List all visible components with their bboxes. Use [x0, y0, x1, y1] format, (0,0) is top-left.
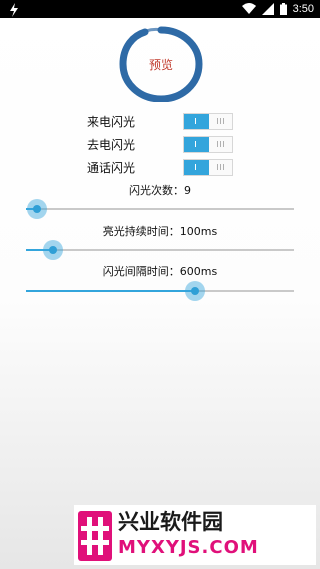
switch-off-segment [217, 164, 224, 170]
slider-track [26, 249, 294, 251]
switch-on-segment [184, 137, 209, 152]
switch-off-segment [217, 118, 224, 124]
signal-icon [261, 0, 274, 19]
toggle-row-in-call: 通话闪光 [0, 158, 320, 178]
light-duration-label: 亮光持续时间：100ms [102, 225, 218, 238]
toggle-row-outgoing-call: 去电闪光 [0, 135, 320, 155]
incoming-call-flash-switch[interactable] [183, 113, 233, 130]
flash-icon [8, 2, 20, 17]
flash-count-label: 闪光次数：9 [129, 184, 191, 197]
slider-fill [26, 290, 195, 292]
flash-interval-slider[interactable] [26, 281, 294, 301]
flash-count-slider[interactable] [26, 199, 294, 219]
watermark-title: 兴业软件园 [118, 510, 223, 534]
toggle-row-incoming-call: 来电闪光 [0, 112, 320, 132]
switch-off-segment [217, 141, 224, 147]
outgoing-call-flash-switch[interactable] [183, 136, 233, 153]
toggle-label: 通话闪光 [87, 161, 136, 175]
slider-thumb[interactable] [43, 240, 63, 260]
status-bar: 3:50 [0, 0, 320, 18]
watermark-domain: MYXYJS.COM [118, 537, 259, 558]
in-call-flash-switch[interactable] [183, 159, 233, 176]
battery-icon [279, 0, 287, 19]
switch-on-segment [184, 160, 209, 175]
preview-label: 预览 [148, 58, 173, 72]
toggle-label: 来电闪光 [87, 115, 136, 129]
watermark: 兴业软件园 MYXYJS.COM [74, 505, 316, 565]
status-time: 3:50 [292, 3, 314, 15]
switch-on-segment [184, 114, 209, 129]
slider-thumb[interactable] [185, 281, 205, 301]
hash-logo-icon [78, 511, 112, 561]
flash-interval-label: 闪光间隔时间：600ms [102, 265, 218, 278]
toggle-label: 去电闪光 [87, 138, 136, 152]
preview-button[interactable]: 预览 [119, 26, 203, 102]
light-duration-slider[interactable] [26, 240, 294, 260]
slider-thumb[interactable] [27, 199, 47, 219]
slider-track [26, 208, 294, 210]
wifi-icon [241, 0, 256, 19]
